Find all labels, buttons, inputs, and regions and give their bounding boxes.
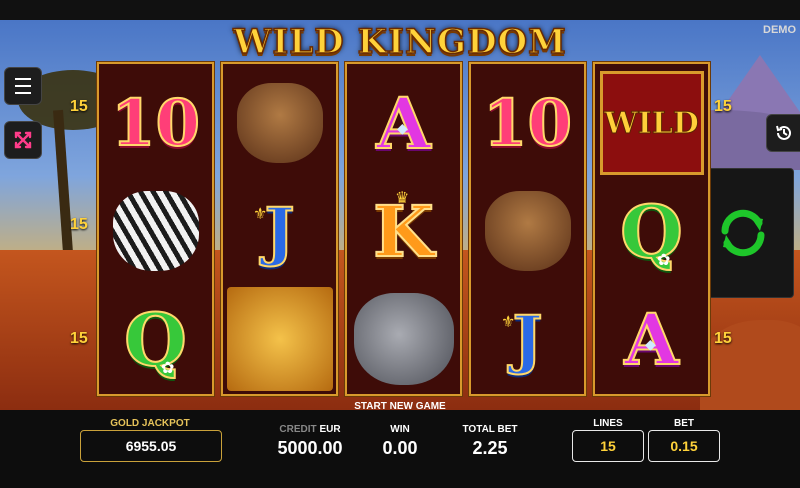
lion-symbol-icon	[226, 287, 333, 391]
reel-symbol: 10	[471, 68, 584, 178]
lines-selector[interactable]: 15	[572, 430, 644, 462]
spin-refresh-icon	[721, 209, 765, 257]
wild-symbol: WILD	[599, 71, 704, 175]
credit-value: 5000.00	[277, 438, 343, 458]
hamburger-menu-icon	[15, 78, 31, 94]
total-bet-label: TOTAL BET	[462, 424, 518, 435]
fullscreen-button[interactable]	[4, 121, 42, 159]
win-value: 0.00	[382, 438, 418, 458]
reel-4: 10 J ⚜	[469, 62, 586, 396]
fleur-de-lis-icon: ⚜	[501, 314, 516, 331]
reel-symbol: Q ✿	[99, 284, 212, 394]
jackpot-value: 6955.05	[125, 438, 177, 454]
flower-icon: ✿	[161, 360, 175, 377]
status-message: START NEW GAME	[354, 401, 446, 412]
reel-symbol	[471, 176, 584, 286]
lines-value: 15	[600, 438, 616, 454]
fleur-de-lis-icon: ⚜	[253, 206, 268, 223]
reel-symbol	[223, 284, 336, 394]
reel-1: 10 Q ✿	[97, 62, 214, 396]
flower-icon: ✿	[657, 252, 671, 269]
reel-symbol: K ♛	[347, 176, 460, 286]
credit-label: CREDIT	[279, 424, 317, 435]
reel-5: WILD Q ✿ A ◆	[593, 62, 710, 396]
payline-number-left: 15	[70, 98, 88, 115]
reel-symbol	[347, 284, 460, 394]
jackpot-value-box: 6955.05	[80, 430, 222, 462]
symbol-j: J	[263, 193, 295, 270]
symbol-10: 10	[482, 85, 573, 162]
credit-currency: EUR	[319, 424, 341, 435]
reel-symbol: Q ✿	[595, 176, 708, 286]
symbol-q: Q	[619, 188, 684, 275]
reel-symbol: J ⚜	[223, 176, 336, 286]
reel-symbol: A ◆	[595, 284, 708, 394]
win-label: WIN	[390, 424, 410, 435]
history-icon	[776, 125, 791, 140]
rhino-symbol-icon	[353, 293, 454, 385]
diamond-icon: ◆	[397, 120, 408, 136]
history-button[interactable]	[766, 114, 800, 152]
total-bet-value: 2.25	[472, 438, 508, 458]
bet-value: 0.15	[670, 438, 698, 454]
bet-label: BET	[674, 418, 694, 429]
top-bar	[0, 0, 800, 20]
reel-symbol	[223, 68, 336, 178]
reel-symbol: J ⚜	[471, 284, 584, 394]
fullscreen-icon	[14, 131, 32, 149]
reel-3: A ◆ K ♛	[345, 62, 462, 396]
menu-button[interactable]	[4, 67, 42, 105]
warthog-symbol-icon	[236, 83, 323, 163]
payline-number-right: 15	[714, 98, 732, 115]
symbol-q: Q	[123, 296, 188, 383]
bet-selector[interactable]: 0.15	[648, 430, 720, 462]
jackpot-label: GOLD JACKPOT	[110, 418, 190, 429]
game-title-logo: WILD KINGDOM	[232, 21, 567, 63]
win-display: WIN 0.00	[370, 424, 430, 459]
reel-2: J ⚜	[221, 62, 338, 396]
lines-label: LINES	[593, 418, 623, 429]
zebra-symbol-icon	[112, 191, 199, 271]
symbol-j: J	[511, 301, 543, 378]
reel-symbol: WILD	[595, 68, 708, 178]
payline-number-left: 15	[70, 330, 88, 347]
crown-icon: ♛	[395, 190, 410, 207]
demo-badge: DEMO	[763, 24, 796, 36]
warthog-symbol-icon	[484, 191, 571, 271]
payline-number-left: 15	[70, 216, 88, 233]
payline-number-right: 15	[714, 330, 732, 347]
total-bet-display: TOTAL BET 2.25	[450, 424, 530, 459]
symbol-10: 10	[110, 85, 201, 162]
reel-symbol	[99, 176, 212, 286]
credit-display: CREDIT EUR 5000.00	[270, 424, 350, 459]
reel-symbol: 10	[99, 68, 212, 178]
game-stage: WILD KINGDOM DEMO 15 15 15 15 15 10 Q ✿ …	[0, 0, 800, 488]
diamond-icon: ◆	[645, 336, 656, 352]
reel-symbol: A ◆	[347, 68, 460, 178]
